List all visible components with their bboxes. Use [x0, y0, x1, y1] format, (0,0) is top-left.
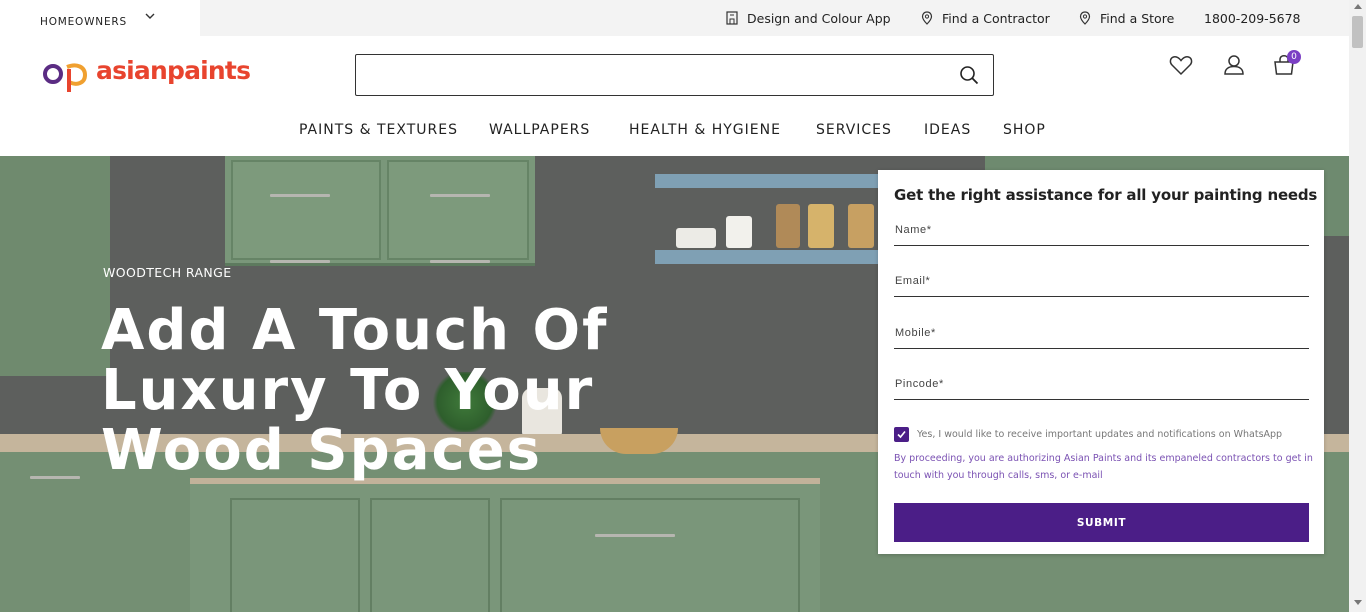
nav-item-shop[interactable]: SHOP — [1003, 122, 1046, 138]
nav-item-paints-textures[interactable]: PAINTS & TEXTURES — [299, 122, 458, 138]
scroll-down-arrow-icon[interactable] — [1354, 600, 1362, 605]
main-navigation: PAINTS & TEXTURES WALLPAPERS HEALTH & HY… — [0, 120, 1349, 142]
phone-number-link[interactable]: 1800-209-5678 — [1204, 10, 1301, 26]
wishlist-heart-icon[interactable] — [1168, 52, 1194, 78]
design-colour-app-label: Design and Colour App — [747, 10, 891, 26]
name-field-wrapper — [894, 216, 1309, 246]
location-pin-icon — [921, 11, 933, 25]
find-store-label: Find a Store — [1100, 10, 1175, 26]
logo-text: asianpaints — [96, 56, 251, 85]
whatsapp-consent-row: Yes, I would like to receive important u… — [894, 427, 1282, 442]
hero-title-line: Luxury To Your — [101, 358, 595, 423]
email-field[interactable] — [894, 267, 1309, 295]
design-colour-app-link[interactable]: Design and Colour App — [725, 10, 891, 26]
nav-item-health-hygiene[interactable]: HEALTH & HYGIENE — [629, 122, 781, 138]
find-store-link[interactable]: Find a Store — [1078, 10, 1174, 26]
mobile-field[interactable] — [894, 319, 1309, 347]
cart-count-badge: 0 — [1287, 50, 1301, 64]
whatsapp-checkbox[interactable] — [894, 427, 909, 442]
find-contractor-link[interactable]: Find a Contractor — [920, 10, 1050, 26]
nav-item-ideas[interactable]: IDEAS — [924, 122, 971, 138]
checkmark-icon — [897, 430, 906, 439]
pincode-field[interactable] — [894, 370, 1309, 398]
phone-number-label: 1800-209-5678 — [1204, 10, 1301, 26]
hero-title: Add A Touch Of Luxury To Your Wood Space… — [101, 301, 741, 481]
segment-selector[interactable]: HOMEOWNERS — [0, 0, 200, 36]
hero-title-line: Wood Spaces — [101, 418, 543, 483]
find-contractor-label: Find a Contractor — [942, 10, 1050, 26]
logo-mark-icon — [43, 63, 88, 92]
location-pin-icon — [1079, 11, 1091, 25]
hero-title-line: Add A Touch Of — [101, 298, 609, 363]
name-field[interactable] — [894, 216, 1309, 244]
utility-bar: HOMEOWNERS Design and Colour App Find a … — [0, 0, 1349, 36]
search-input[interactable] — [356, 55, 916, 95]
pincode-field-wrapper — [894, 370, 1309, 400]
nav-item-services[interactable]: SERVICES — [816, 122, 892, 138]
email-field-wrapper — [894, 267, 1309, 297]
segment-label: HOMEOWNERS — [40, 16, 127, 28]
form-title: Get the right assistance for all your pa… — [894, 186, 1318, 204]
nav-item-wallpapers[interactable]: WALLPAPERS — [489, 122, 590, 138]
hero-kicker: WOODTECH RANGE — [103, 265, 232, 280]
building-icon — [726, 11, 738, 25]
search-icon[interactable] — [959, 65, 979, 85]
submit-button[interactable]: SUBMIT — [894, 503, 1309, 542]
scroll-up-arrow-icon[interactable] — [1354, 4, 1362, 9]
mobile-field-wrapper — [894, 319, 1309, 349]
asianpaints-logo[interactable]: asianpaints — [40, 55, 251, 95]
consent-text: By proceeding, you are authorizing Asian… — [894, 453, 1313, 481]
search-box[interactable] — [355, 54, 994, 96]
whatsapp-checkbox-label: Yes, I would like to receive important u… — [917, 429, 1283, 440]
user-account-icon[interactable] — [1221, 52, 1247, 78]
chevron-down-icon[interactable] — [143, 9, 157, 23]
page-scrollbar[interactable] — [1349, 0, 1366, 612]
scrollbar-thumb[interactable] — [1352, 16, 1363, 48]
enquiry-form-card: Get the right assistance for all your pa… — [878, 170, 1324, 554]
